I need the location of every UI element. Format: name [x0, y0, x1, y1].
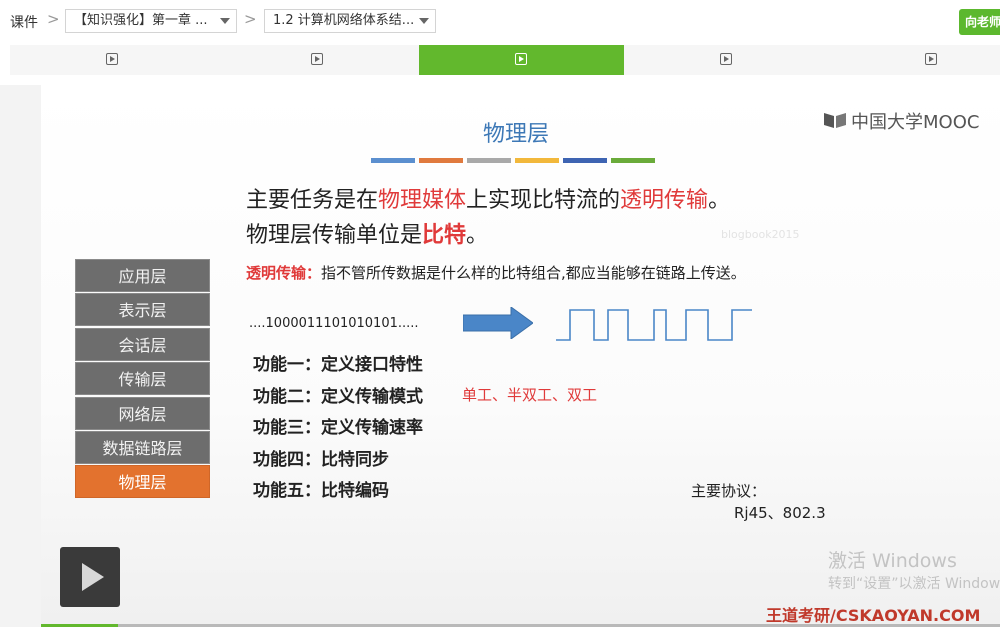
video-icon	[311, 53, 323, 65]
osi-layer-stack: 应用层 表示层 会话层 传输层 网络层 数据链路层 物理层	[75, 259, 210, 500]
main-task-text: 主要任务是在物理媒体上实现比特流的透明传输。	[246, 188, 731, 213]
video-icon	[925, 53, 937, 65]
cskaoyan-watermark: 王道考研/CSKAOYAN.COM	[766, 606, 981, 624]
title-color-bar	[563, 158, 607, 163]
layer-session: 会话层	[75, 327, 210, 361]
breadcrumb-separator: >	[244, 10, 257, 28]
title-color-bar	[371, 158, 415, 163]
mooc-logo-icon	[824, 113, 846, 128]
layer-application: 应用层	[75, 259, 210, 292]
slide-title: 物理层	[482, 122, 549, 147]
square-wave-icon	[556, 309, 752, 341]
unit-text: 物理层传输单位是比特。	[246, 222, 489, 248]
chapter-dropdown[interactable]: 【知识强化】第一章 ...	[65, 9, 237, 33]
function-4: 功能四：比特同步	[253, 450, 389, 470]
bit-stream: ....1000011101010101.....	[249, 316, 419, 331]
chevron-down-icon	[220, 18, 230, 24]
function-2: 功能二：定义传输模式	[253, 387, 423, 407]
layer-network: 网络层	[75, 396, 210, 430]
unit-tab-active[interactable]	[419, 45, 624, 75]
play-button[interactable]	[60, 547, 120, 607]
transparent-definition: 透明传输：指不管所传数据是什么样的比特组合,都应当能够在链路上传送。	[246, 264, 746, 282]
function-3: 功能三：定义传输速率	[253, 418, 423, 438]
lesson-dropdown[interactable]: 1.2 计算机网络体系结...	[264, 9, 436, 33]
breadcrumb-root[interactable]: 课件	[10, 12, 38, 32]
unit-tab[interactable]	[829, 45, 1000, 75]
breadcrumb-separator: >	[47, 10, 60, 28]
unit-tab[interactable]	[10, 45, 214, 75]
layer-presentation: 表示层	[75, 293, 210, 327]
ask-teacher-button[interactable]: 向老师	[959, 9, 1000, 35]
video-slide[interactable]: 物理层 中国大学MOOC 主要任务是在物理媒体上实现比特流的透明传输。 物理层传…	[41, 86, 1000, 624]
unit-tab[interactable]	[624, 45, 829, 75]
video-icon	[106, 53, 118, 65]
protocol-label: 主要协议：	[691, 482, 767, 500]
chapter-dropdown-label: 【知识强化】第一章 ...	[74, 13, 208, 28]
title-color-bar	[419, 158, 463, 163]
top-bar: 课件 > 【知识强化】第一章 ... > 1.2 计算机网络体系结... 向老师	[0, 0, 1000, 44]
video-icon	[720, 53, 732, 65]
title-color-bar	[611, 158, 655, 163]
function-5: 功能五：比特编码	[253, 481, 389, 501]
protocol-value: Rj45、802.3	[734, 504, 826, 522]
faint-watermark: blogbook2015	[721, 228, 800, 241]
title-color-bar	[467, 158, 511, 163]
unit-tab[interactable]	[214, 45, 419, 75]
layer-datalink: 数据链路层	[75, 430, 210, 464]
mooc-logo-text: 中国大学MOOC	[851, 112, 980, 133]
right-arrow-icon	[463, 307, 533, 339]
windows-activation-title: 激活 Windows	[828, 550, 957, 572]
transmission-modes: 单工、半双工、双工	[462, 386, 598, 404]
title-color-bar	[515, 158, 559, 163]
lesson-dropdown-label: 1.2 计算机网络体系结...	[273, 13, 415, 28]
layer-transport: 传输层	[75, 362, 210, 396]
chevron-down-icon	[419, 18, 429, 24]
video-icon	[515, 53, 527, 65]
left-margin	[0, 85, 41, 627]
layer-physical: 物理层	[75, 465, 210, 499]
windows-activation-hint: 转到“设置”以激活 Windows。	[828, 576, 1000, 592]
unit-tabs	[10, 45, 1000, 75]
function-1: 功能一：定义接口特性	[253, 355, 423, 375]
